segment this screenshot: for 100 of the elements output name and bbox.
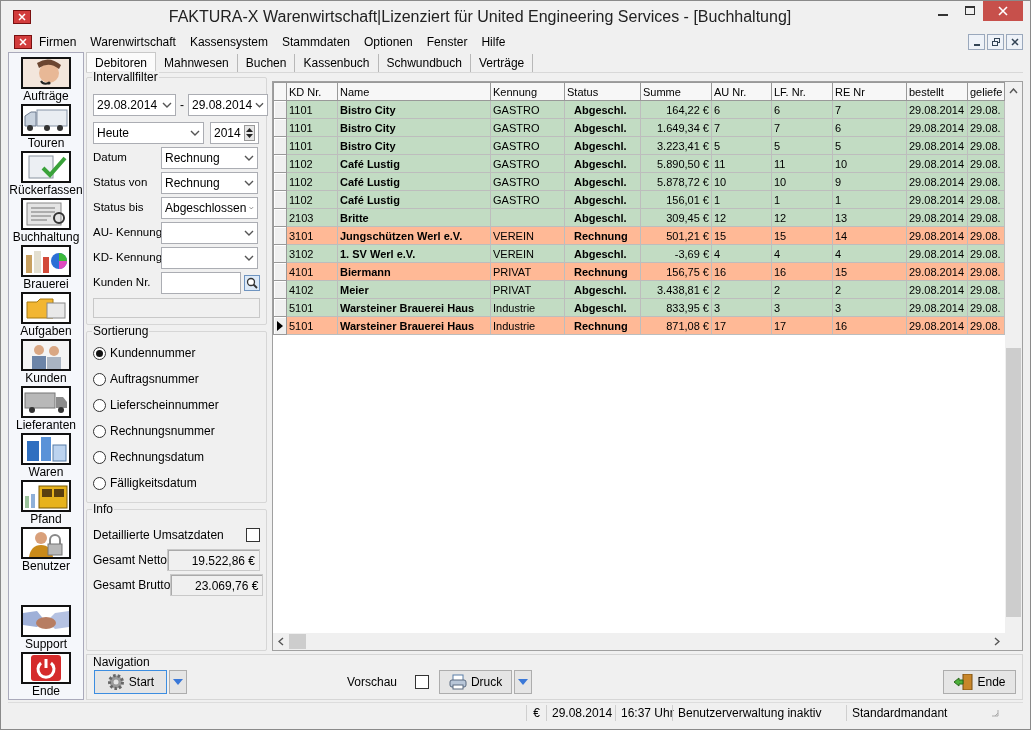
start-button[interactable]: Start bbox=[94, 670, 167, 694]
table-cell: GASTRO bbox=[490, 190, 565, 209]
sidebar-button[interactable]: Touren bbox=[21, 104, 71, 150]
column-header[interactable]: Summe bbox=[640, 82, 712, 101]
mdi-restore-button[interactable] bbox=[987, 34, 1004, 50]
sidebar-button[interactable]: Aufträge bbox=[21, 57, 71, 103]
mdi-close-button[interactable] bbox=[1006, 34, 1023, 50]
table-cell: 3101 bbox=[286, 226, 338, 245]
column-header[interactable]: bestellt bbox=[906, 82, 968, 101]
sidebar-button[interactable]: Benutzer bbox=[21, 527, 71, 573]
table-cell: 29.08. bbox=[967, 208, 1005, 227]
table-cell: 6 bbox=[771, 100, 833, 119]
scroll-left-icon[interactable] bbox=[278, 637, 284, 646]
column-header[interactable]: KD Nr. bbox=[286, 82, 338, 101]
column-header[interactable]: AU Nr. bbox=[711, 82, 772, 101]
radio-button[interactable] bbox=[93, 372, 106, 386]
radio-button[interactable] bbox=[93, 424, 106, 438]
exit-button[interactable]: Ende bbox=[943, 670, 1016, 694]
radio-option[interactable]: Kundennummer bbox=[93, 340, 196, 366]
table-cell: 29.08. bbox=[967, 118, 1005, 137]
sidebar-button[interactable]: Support bbox=[21, 605, 71, 651]
column-header[interactable]: Status bbox=[564, 82, 641, 101]
dropdown[interactable]: 29.08.2014 bbox=[188, 93, 268, 116]
menu-item[interactable]: Hilfe bbox=[474, 33, 513, 51]
radio-option[interactable]: Auftragsnummer bbox=[93, 366, 199, 392]
sidebar-button[interactable]: Waren bbox=[21, 433, 71, 479]
table-cell: 29.08.2014 bbox=[906, 208, 968, 227]
radio-button[interactable] bbox=[93, 476, 106, 490]
checkbox-label: Vorschau bbox=[347, 674, 398, 691]
sidebar-button[interactable]: Ende bbox=[21, 652, 71, 698]
menu-item[interactable]: Optionen bbox=[357, 33, 420, 51]
radio-option[interactable]: Rechnungsnummer bbox=[93, 418, 215, 444]
dropdown[interactable]: Rechnung bbox=[161, 146, 258, 169]
mdi-minimize-button[interactable] bbox=[968, 34, 985, 50]
column-header[interactable]: geliefe bbox=[967, 82, 1005, 101]
radio-option[interactable]: Rechnungsdatum bbox=[93, 444, 205, 470]
horizontal-scrollbar[interactable] bbox=[273, 633, 1022, 650]
dropdown[interactable]: Rechnung bbox=[161, 171, 258, 194]
table-cell: 4101 bbox=[286, 262, 338, 281]
tab[interactable]: Buchen bbox=[237, 54, 296, 72]
dropdown-button[interactable] bbox=[514, 670, 533, 694]
tab[interactable]: Schwundbuch bbox=[378, 54, 471, 72]
radio-option[interactable]: Fälligkeitsdatum bbox=[93, 470, 197, 496]
radio-button[interactable] bbox=[93, 346, 106, 360]
people-icon bbox=[21, 339, 71, 371]
sidebar-button[interactable]: Buchhaltung bbox=[12, 198, 80, 244]
dropdown-button[interactable] bbox=[169, 670, 187, 694]
menu-item[interactable]: Kassensystem bbox=[182, 33, 275, 51]
scroll-up-icon[interactable] bbox=[1009, 88, 1018, 94]
sidebar-button[interactable]: Pfand bbox=[21, 480, 71, 526]
year-spinner[interactable]: 2014 bbox=[210, 121, 259, 144]
menu-item[interactable]: Warenwirtschaft bbox=[83, 33, 183, 51]
radio-option[interactable]: Lieferscheinnummer bbox=[93, 392, 219, 418]
dropdown-caret-icon bbox=[255, 101, 264, 108]
spinner-arrows-icon[interactable] bbox=[244, 124, 255, 141]
bottles-icon bbox=[21, 245, 71, 277]
caret-icon bbox=[172, 677, 184, 687]
column-header[interactable]: Name bbox=[337, 82, 491, 101]
dropdown[interactable]: Abgeschlossen bbox=[161, 196, 258, 219]
column-header[interactable]: Kennung bbox=[490, 82, 565, 101]
table-cell: 4 bbox=[711, 244, 772, 263]
input-field[interactable] bbox=[161, 271, 241, 294]
column-header[interactable]: RE Nr bbox=[832, 82, 907, 101]
vertical-scrollbar[interactable] bbox=[1005, 82, 1022, 633]
checkbox[interactable] bbox=[246, 527, 260, 542]
table-cell: 29.08. bbox=[967, 262, 1005, 281]
radio-button[interactable] bbox=[93, 450, 106, 464]
status-text: 16:37 Uhr bbox=[615, 704, 672, 721]
sidebar-button[interactable]: Brauerei bbox=[21, 245, 71, 291]
table-cell: 14 bbox=[832, 226, 907, 245]
sidebar-button[interactable]: Rückerfassen bbox=[9, 151, 83, 197]
scrollbar-thumb[interactable] bbox=[1006, 348, 1021, 617]
table-cell: 3.438,81 € bbox=[640, 280, 712, 299]
table-cell: GASTRO bbox=[490, 118, 565, 137]
column-header[interactable]: LF. Nr. bbox=[771, 82, 833, 101]
scrollbar-thumb[interactable] bbox=[289, 634, 306, 649]
table-cell: Bistro City bbox=[337, 118, 491, 137]
scroll-right-icon[interactable] bbox=[994, 637, 1000, 646]
dropdown[interactable]: Heute bbox=[93, 121, 204, 144]
menu-item[interactable]: Firmen bbox=[32, 33, 84, 51]
sidebar-button[interactable]: Lieferanten bbox=[15, 386, 76, 432]
resize-grip-icon[interactable] bbox=[991, 708, 999, 717]
dropdown[interactable]: 29.08.2014 bbox=[93, 93, 176, 116]
table-cell: 2 bbox=[771, 280, 833, 299]
tab[interactable]: Debitoren bbox=[86, 52, 157, 72]
table-cell: 2 bbox=[832, 280, 907, 299]
tab[interactable]: Kassenbuch bbox=[295, 54, 379, 72]
sidebar-button[interactable]: Kunden bbox=[21, 339, 71, 385]
dropdown[interactable] bbox=[161, 246, 258, 269]
dropdown[interactable] bbox=[161, 221, 258, 244]
table-cell: Abgeschl. bbox=[564, 280, 641, 299]
menu-item[interactable]: Fenster bbox=[419, 33, 475, 51]
menu-item[interactable]: Stammdaten bbox=[274, 33, 357, 51]
radio-button[interactable] bbox=[93, 398, 106, 412]
tab[interactable]: Verträge bbox=[470, 54, 534, 72]
checkbox[interactable] bbox=[415, 675, 430, 689]
search-icon[interactable] bbox=[244, 274, 260, 291]
window-title: FAKTURA-X Warenwirtschaft|Lizenziert für United Engineering Services - [Buchhaltung] bbox=[167, 7, 793, 27]
sidebar-button[interactable]: Aufgaben bbox=[20, 292, 72, 338]
print-button[interactable]: Druck bbox=[439, 670, 513, 694]
